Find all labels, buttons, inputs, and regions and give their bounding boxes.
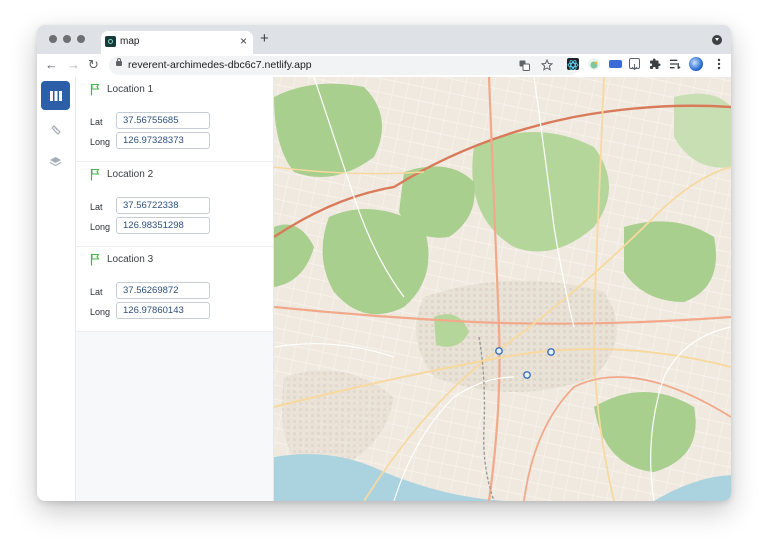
new-tab-button[interactable]: + [260,31,269,47]
maximize-window-button[interactable] [77,35,85,43]
map-canvas[interactable] [274,77,731,501]
reading-list-icon[interactable] [669,58,681,70]
location-title: Location 3 [107,254,154,265]
long-label: Long [90,307,111,317]
sidebar-rail [37,77,76,501]
map-marker-location-3[interactable] [523,371,531,379]
url-text[interactable]: reverent-archimedes-dbc6c7.netlify.app [128,59,312,71]
star-icon[interactable] [541,59,553,71]
lat-label: Lat [90,202,103,212]
lat-input[interactable] [116,282,210,299]
rail-ruler-button[interactable] [41,115,70,144]
location-card-2: Location 2 Lat Long [76,162,273,247]
extension-blue-icon[interactable] [609,60,622,68]
lock-icon[interactable] [116,58,122,66]
location-header: Location 3 [90,253,153,266]
lat-label: Lat [90,117,103,127]
lat-label: Lat [90,287,103,297]
react-icon [105,36,116,47]
translate-icon[interactable] [519,60,530,71]
puzzle-icon[interactable] [649,58,661,70]
tab-search-icon[interactable] [712,35,722,45]
tab-close-icon[interactable]: × [240,34,247,48]
long-input[interactable] [116,217,210,234]
lat-input[interactable] [116,112,210,129]
profile-avatar-icon[interactable] [689,57,703,71]
location-card-3: Location 3 Lat Long [76,247,273,332]
flag-icon [90,253,100,266]
location-header: Location 2 [90,168,153,181]
ruler-icon [50,124,61,135]
long-input[interactable] [116,132,210,149]
close-window-button[interactable] [49,35,57,43]
map-marker-location-2[interactable] [547,348,555,356]
locations-panel: Location 1 Lat Long Location 2 Lat Long [76,77,274,501]
location-card-1: Location 1 Lat Long [76,77,273,162]
long-label: Long [90,137,111,147]
long-input[interactable] [116,302,210,319]
rail-map-button[interactable] [41,81,70,110]
browser-tab[interactable]: map × [101,31,253,54]
minimize-window-button[interactable] [63,35,71,43]
extension-green-icon[interactable] [588,58,600,70]
lat-input[interactable] [116,197,210,214]
download-icon[interactable] [629,58,640,71]
more-icon[interactable] [713,58,725,70]
map-view[interactable] [274,77,731,501]
location-title: Location 2 [107,169,154,180]
flag-icon [90,168,100,181]
tab-strip: map × + [37,25,731,54]
location-header: Location 1 [90,83,153,96]
forward-button[interactable]: → [67,57,80,73]
reload-button[interactable]: ↻ [88,57,99,73]
map-icon [49,90,62,101]
flag-icon [90,83,100,96]
back-button[interactable]: ← [45,57,58,73]
long-label: Long [90,222,111,232]
rail-layers-button[interactable] [41,147,70,176]
browser-window: map × + ← → ↻ reverent-archimedes-dbc6c7… [37,25,731,501]
react-devtools-icon[interactable] [567,58,579,70]
location-title: Location 1 [107,84,154,95]
address-bar[interactable]: reverent-archimedes-dbc6c7.netlify.app [109,56,579,75]
tab-title: map [120,36,140,47]
window-controls [49,35,85,43]
browser-toolbar: ← → ↻ reverent-archimedes-dbc6c7.netlify… [37,54,731,78]
map-marker-location-1[interactable] [495,347,503,355]
layers-icon [49,156,62,166]
